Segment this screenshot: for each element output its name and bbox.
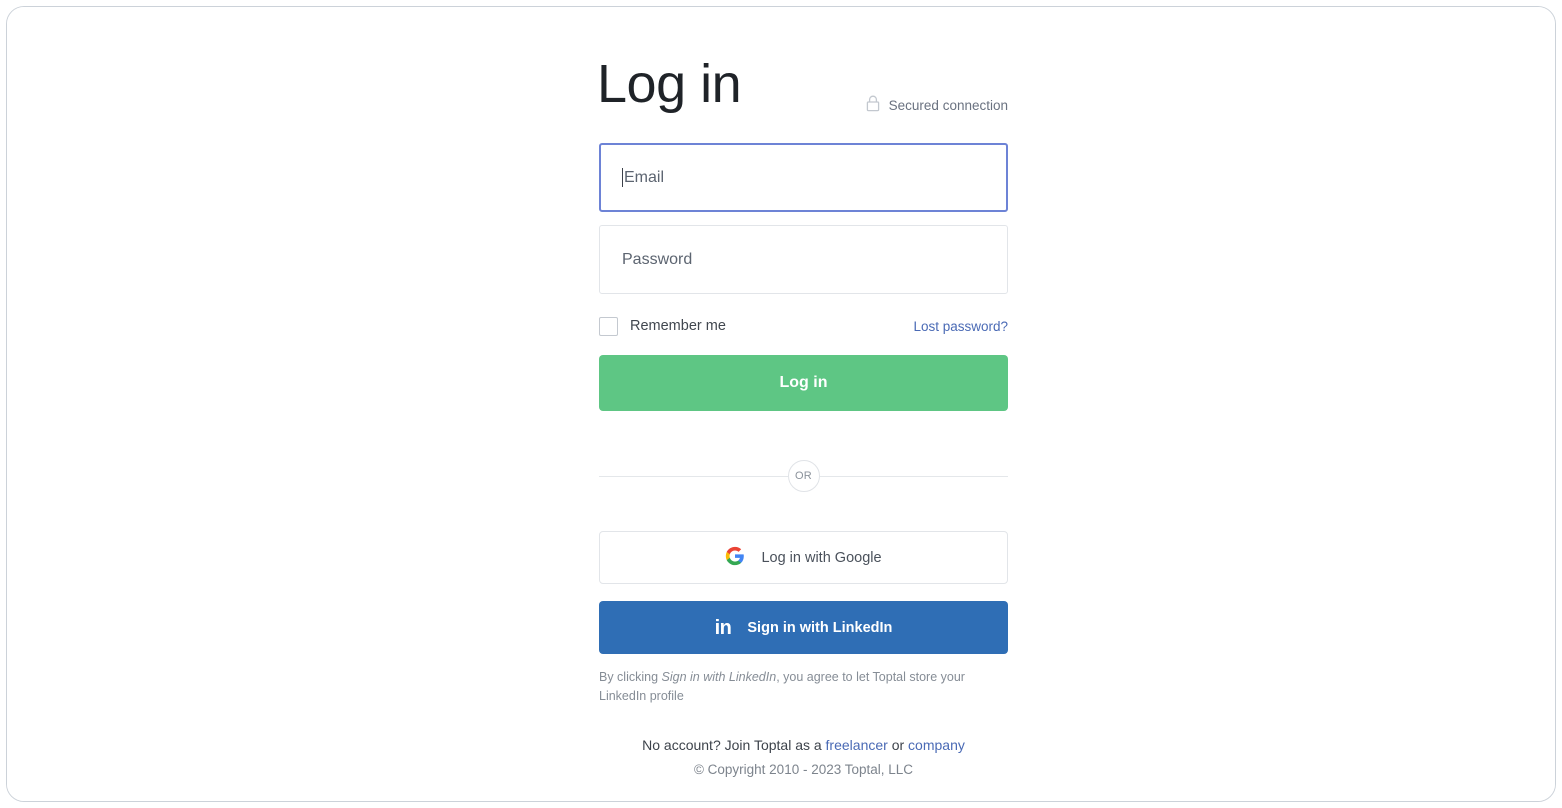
remember-me-checkbox[interactable] — [599, 316, 618, 336]
divider-label: OR — [787, 460, 820, 492]
or-divider: OR — [599, 460, 1008, 492]
company-link[interactable]: company — [908, 737, 965, 753]
login-footer: No account? Join Toptal as a freelancer … — [599, 735, 1008, 780]
login-header: Log in Secured connection — [597, 7, 1008, 117]
remember-me-label: Remember me — [630, 318, 726, 334]
remember-row: Remember me Lost password? — [599, 316, 1008, 336]
log-in-with-google-button[interactable]: Log in with Google — [599, 531, 1008, 584]
freelancer-link[interactable]: freelancer — [826, 737, 888, 753]
page-title: Log in — [597, 54, 742, 114]
linkedin-in-icon: in — [714, 616, 732, 639]
log-in-button[interactable]: Log in — [599, 355, 1008, 411]
disclaimer-prefix: By clicking — [599, 670, 662, 684]
sign-in-with-linkedin-button[interactable]: in Sign in with LinkedIn — [599, 601, 1008, 654]
email-placeholder: Email — [624, 168, 665, 186]
linkedin-button-label: Sign in with LinkedIn — [747, 619, 893, 636]
login-form-column: Log in Secured connection Email Password… — [597, 7, 1008, 780]
join-prompt: No account? Join Toptal as a freelancer … — [599, 735, 1008, 756]
disclaimer-emphasis: Sign in with LinkedIn — [661, 670, 777, 684]
email-field[interactable]: Email — [599, 143, 1008, 212]
secured-connection-indicator: Secured connection — [866, 95, 1008, 115]
join-separator: or — [887, 737, 909, 753]
password-field[interactable]: Password — [599, 225, 1008, 294]
copyright-text: © Copyright 2010 - 2023 Toptal, LLC — [693, 762, 914, 777]
text-caret — [622, 168, 623, 187]
remember-me-control[interactable]: Remember me — [599, 316, 726, 336]
lost-password-link[interactable]: Lost password? — [913, 319, 1008, 334]
divider-line-left — [599, 475, 788, 477]
login-page: Log in Secured connection Email Password… — [7, 7, 1555, 801]
password-placeholder: Password — [622, 250, 693, 268]
google-button-label: Log in with Google — [761, 549, 882, 566]
browser-viewport: Log in Secured connection Email Password… — [6, 6, 1556, 802]
linkedin-disclaimer: By clicking Sign in with LinkedIn, you a… — [599, 668, 1008, 706]
secured-connection-label: Secured connection — [888, 97, 1008, 113]
divider-line-right — [819, 475, 1008, 477]
lock-icon — [866, 95, 880, 115]
join-prefix: No account? Join Toptal as a — [642, 737, 826, 753]
google-g-icon — [725, 546, 745, 570]
